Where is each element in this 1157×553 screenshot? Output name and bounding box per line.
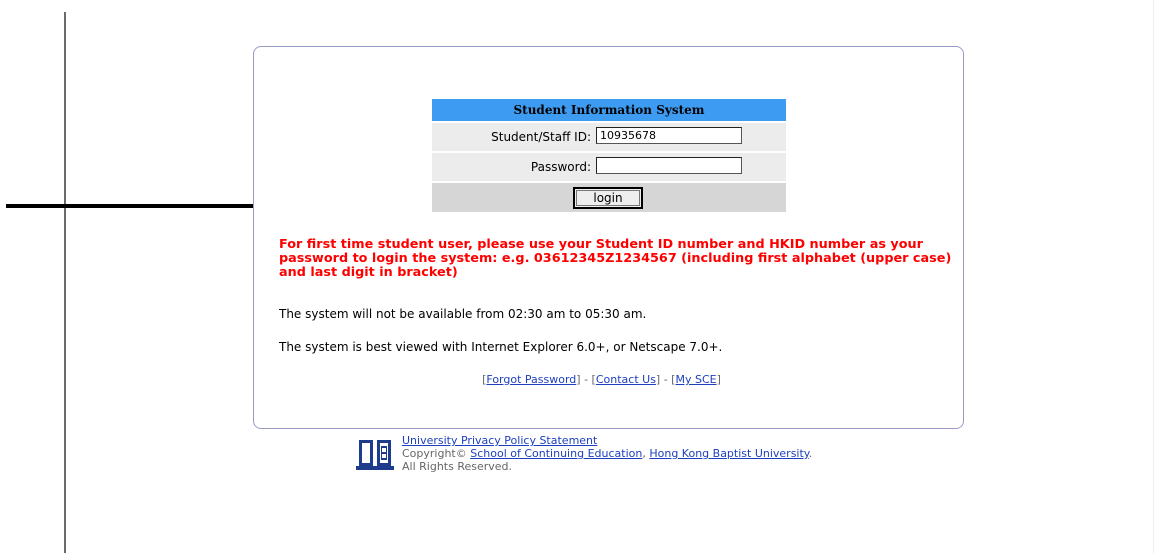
password-row: Password:: [432, 151, 786, 181]
id-row: Student/Staff ID:: [432, 121, 786, 151]
bracket-text: ]: [716, 373, 721, 386]
right-divider: [1153, 0, 1154, 553]
first-time-notice: For first time student user, please use …: [279, 237, 952, 280]
sce-link[interactable]: School of Continuing Education: [470, 447, 642, 460]
separator-text: ] - [: [576, 373, 596, 386]
availability-note: The system will not be available from 02…: [279, 307, 647, 321]
contact-us-link[interactable]: Contact Us: [596, 373, 656, 386]
login-title: Student Information System: [432, 99, 786, 121]
university-logo-icon: [356, 440, 394, 470]
login-button[interactable]: login: [573, 187, 643, 209]
comma-text: ,: [642, 447, 646, 460]
hkbu-link[interactable]: Hong Kong Baptist University: [649, 447, 808, 460]
footer-text: University Privacy Policy Statement Copy…: [402, 434, 812, 473]
browser-note: The system is best viewed with Internet …: [279, 340, 723, 354]
separator-text: ] - [: [655, 373, 676, 386]
button-row: login: [432, 181, 786, 212]
left-divider: [64, 12, 66, 553]
rights-text: All Rights Reserved.: [402, 460, 513, 473]
login-button-label: login: [576, 190, 640, 206]
copyright-text: Copyright©: [402, 447, 467, 460]
forgot-password-link[interactable]: Forgot Password: [486, 373, 576, 386]
privacy-policy-link[interactable]: University Privacy Policy Statement: [402, 434, 597, 447]
password-label: Password:: [530, 160, 591, 174]
login-form: Student Information System Student/Staff…: [432, 99, 786, 212]
footer-links: [Forgot Password] - [Contact Us] - [My S…: [0, 373, 1157, 386]
period-text: .: [808, 447, 813, 460]
my-sce-link[interactable]: My SCE: [675, 373, 716, 386]
id-label: Student/Staff ID:: [491, 130, 591, 144]
password-input[interactable]: [596, 157, 742, 174]
student-staff-id-input[interactable]: [596, 127, 742, 144]
